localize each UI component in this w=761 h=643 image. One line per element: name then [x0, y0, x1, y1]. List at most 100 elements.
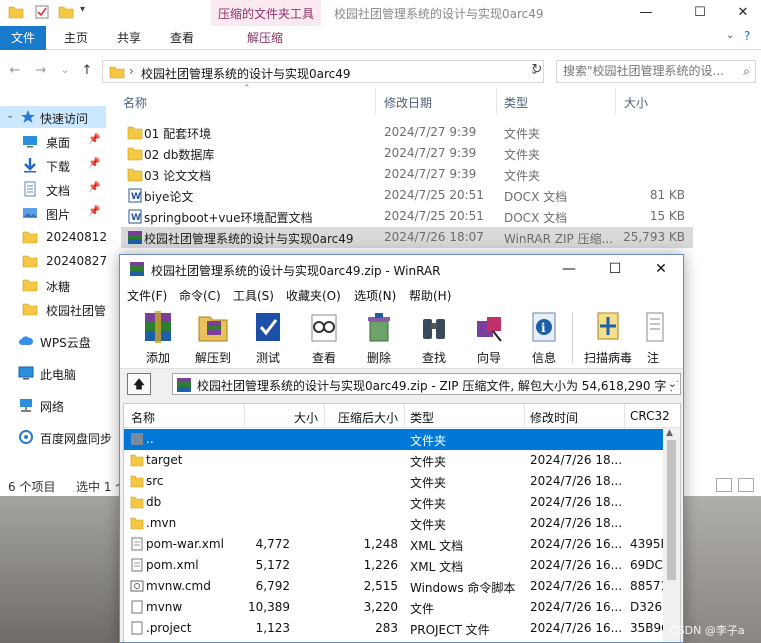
archive-path-field[interactable]: 校园社团管理系统的设计与实现0arc49.zip - ZIP 压缩文件, 解包大… — [172, 373, 681, 395]
nav-folder-20240812[interactable]: 20240812 — [0, 226, 107, 248]
column-header-name[interactable]: 名称 — [131, 409, 155, 426]
refresh-icon[interactable]: ↻ — [528, 62, 546, 80]
address-bar[interactable]: › 校园社团管理系统的设计与实现0arc49 ⌄ — [102, 60, 544, 83]
column-header-date[interactable]: 修改日期 — [384, 94, 432, 111]
column-header-type[interactable]: 类型 — [504, 94, 528, 111]
archive-row[interactable]: pom-war.xml 4,772 1,248 XML 文档 2024/7/26… — [124, 534, 667, 555]
nav-baidu-sync[interactable]: 百度网盘同步 — [0, 426, 112, 448]
menu-tools[interactable]: 工具(S) — [233, 287, 274, 304]
archive-row[interactable]: src 文件夹 2024/7/26 18... — [124, 471, 664, 492]
archive-row[interactable]: pom.xml 5,172 1,226 XML 文档 2024/7/26 16.… — [124, 555, 670, 576]
file-row[interactable]: W biye论文 2024/7/25 20:51 DOCX 文档 81 KB — [121, 185, 693, 206]
nav-folder-20240827[interactable]: 20240827 — [0, 250, 107, 272]
archive-row[interactable]: mvnw.cmd 6,792 2,515 Windows 命令脚本 2024/7… — [124, 576, 668, 597]
column-divider[interactable] — [244, 404, 245, 428]
menu-favorites[interactable]: 收藏夹(O) — [286, 287, 341, 304]
tab-home[interactable]: 主页 — [64, 26, 88, 50]
nav-desktop[interactable]: 桌面 📌 — [0, 130, 106, 152]
menu-help[interactable]: 帮助(H) — [409, 287, 451, 304]
menu-commands[interactable]: 命令(C) — [179, 287, 221, 304]
chevron-down-icon[interactable]: ⌄ — [6, 110, 14, 121]
extract-to-button[interactable]: 解压到 — [188, 309, 238, 367]
nav-folder-campus[interactable]: 校园社团管 — [0, 298, 106, 320]
column-header-size[interactable]: 大小 — [624, 94, 648, 111]
search-input[interactable] — [563, 64, 733, 78]
details-view-button[interactable] — [716, 478, 732, 492]
ribbon-expand-icon[interactable]: ⌄ — [726, 30, 734, 41]
scroll-up-icon[interactable]: ▲ — [666, 428, 673, 438]
breadcrumb[interactable]: 校园社团管理系统的设计与实现0arc49 — [141, 65, 351, 82]
search-box[interactable]: ⌕ — [556, 60, 756, 83]
scrollbar-thumb[interactable] — [667, 440, 676, 580]
file-row-selected[interactable]: 校园社团管理系统的设计与实现0arc49 2024/7/26 18:07 Win… — [121, 227, 693, 248]
archive-list-header: 名称 大小 压缩后大小 类型 修改时间 CRC32 — [124, 404, 680, 428]
minimize-button[interactable]: — — [623, 0, 669, 26]
path-dropdown-icon[interactable]: ⌄ — [665, 377, 677, 390]
new-folder-icon[interactable] — [58, 5, 74, 19]
column-divider[interactable] — [496, 88, 497, 114]
delete-button[interactable]: 删除 — [354, 309, 404, 367]
tab-extract[interactable]: 解压缩 — [247, 26, 283, 50]
column-divider[interactable] — [404, 404, 405, 428]
column-divider[interactable] — [624, 404, 625, 428]
nav-network[interactable]: 网络 — [0, 394, 106, 416]
maximize-button[interactable]: ☐ — [592, 255, 638, 283]
column-header-type[interactable]: 类型 — [410, 409, 434, 426]
wizard-button[interactable]: 向导 — [464, 309, 514, 367]
archive-row[interactable]: .project 1,123 283 PROJECT 文件 2024/7/26 … — [124, 618, 670, 639]
column-divider[interactable] — [375, 88, 376, 114]
nav-wps-cloud[interactable]: WPS云盘 — [0, 330, 106, 352]
archive-row[interactable]: target 文件夹 2024/7/26 18... — [124, 450, 664, 471]
info-button[interactable]: i 信息 — [519, 309, 569, 367]
tab-view[interactable]: 查看 — [170, 26, 194, 50]
comment-button[interactable]: 注 — [638, 309, 668, 367]
close-button[interactable]: ✕ — [720, 0, 761, 26]
column-header-name[interactable]: 名称 — [123, 94, 147, 111]
nav-downloads[interactable]: 下载 📌 — [0, 154, 106, 176]
file-row[interactable]: 02 db数据库 2024/7/27 9:39 文件夹 — [121, 143, 693, 164]
test-button[interactable]: 测试 — [243, 309, 293, 367]
folder-icon[interactable] — [8, 5, 24, 19]
large-icons-view-button[interactable] — [738, 478, 754, 492]
view-button[interactable]: 查看 — [299, 309, 349, 367]
maximize-button[interactable]: ☐ — [677, 0, 723, 26]
find-button[interactable]: 查找 — [409, 309, 459, 367]
file-row[interactable]: 01 配套环境 2024/7/27 9:39 文件夹 — [121, 122, 693, 143]
qat-dropdown-icon[interactable]: ▾ — [80, 4, 96, 18]
archive-row[interactable]: db 文件夹 2024/7/26 18... — [124, 492, 664, 513]
nav-pictures[interactable]: 图片 📌 — [0, 202, 106, 224]
tab-file[interactable]: 文件 — [0, 26, 46, 50]
column-divider[interactable] — [524, 404, 525, 428]
add-button[interactable]: 添加 — [133, 309, 183, 367]
column-header-crc[interactable]: CRC32 — [630, 409, 670, 423]
back-icon[interactable]: ← — [6, 62, 24, 80]
nav-quick-access[interactable]: ⌄ 快速访问 — [0, 106, 106, 128]
tab-share[interactable]: 共享 — [117, 26, 141, 50]
column-header-size[interactable]: 大小 — [294, 409, 318, 426]
file-row[interactable]: W springboot+vue环境配置文档 2024/7/25 20:51 D… — [121, 206, 693, 227]
close-button[interactable]: ✕ — [638, 255, 683, 283]
vertical-scrollbar[interactable]: ▲ — [663, 428, 680, 642]
menu-file[interactable]: 文件(F) — [127, 287, 167, 304]
nav-documents[interactable]: 文档 📌 — [0, 178, 106, 200]
help-icon[interactable]: ? — [744, 29, 750, 43]
menu-options[interactable]: 选项(N) — [354, 287, 396, 304]
up-icon[interactable]: ↑ — [78, 62, 96, 80]
minimize-button[interactable]: — — [546, 255, 592, 283]
recent-dropdown-icon[interactable]: ⌄ — [56, 62, 74, 80]
column-header-packed[interactable]: 压缩后大小 — [338, 409, 398, 426]
properties-icon[interactable] — [34, 5, 50, 19]
forward-icon[interactable]: → — [32, 62, 50, 80]
search-icon[interactable]: ⌕ — [743, 64, 750, 79]
file-row[interactable]: 03 论文文档 2024/7/27 9:39 文件夹 — [121, 164, 693, 185]
archive-row[interactable]: .mvn 文件夹 2024/7/26 18... — [124, 513, 664, 534]
column-divider[interactable] — [615, 88, 616, 114]
nav-folder-bingtang[interactable]: 冰糖 — [0, 274, 106, 296]
up-one-level-button[interactable]: 🡅 — [127, 373, 151, 395]
nav-this-pc[interactable]: 此电脑 — [0, 362, 106, 384]
column-divider[interactable] — [324, 404, 325, 428]
archive-row-selected[interactable]: .. 文件夹 — [124, 429, 664, 450]
column-header-modified[interactable]: 修改时间 — [530, 409, 578, 426]
archive-row[interactable]: mvnw 10,389 3,220 文件 2024/7/26 16... D32… — [124, 597, 670, 618]
scan-virus-button[interactable]: 扫描病毒 — [583, 309, 633, 367]
